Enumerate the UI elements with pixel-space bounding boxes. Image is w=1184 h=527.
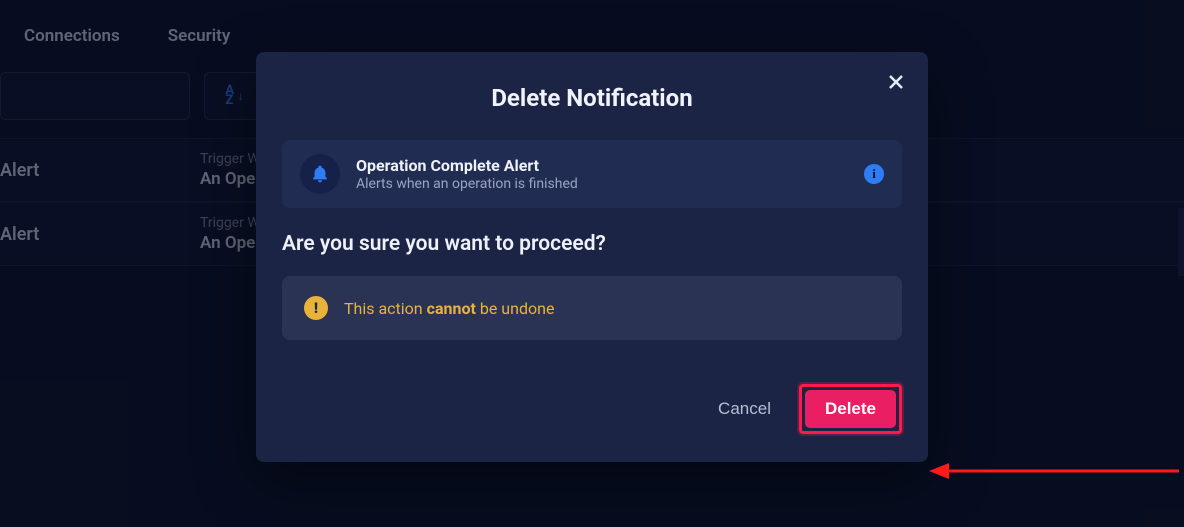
- close-button[interactable]: [882, 68, 910, 96]
- modal-actions: Cancel Delete: [282, 384, 902, 434]
- modal-title: Delete Notification: [282, 84, 902, 112]
- delete-notification-modal: Delete Notification Operation Complete A…: [256, 52, 928, 462]
- close-icon: [888, 74, 904, 90]
- cancel-button[interactable]: Cancel: [712, 391, 777, 427]
- warning-icon: !: [304, 296, 328, 320]
- delete-button[interactable]: Delete: [805, 390, 896, 428]
- confirm-question: Are you sure you want to proceed?: [282, 232, 902, 256]
- notification-name: Operation Complete Alert: [356, 156, 848, 175]
- delete-button-highlight: Delete: [799, 384, 902, 434]
- info-icon[interactable]: i: [864, 164, 884, 184]
- warning-banner: ! This action cannot be undone: [282, 276, 902, 340]
- bell-icon: [300, 154, 340, 194]
- warning-text: This action cannot be undone: [344, 299, 554, 318]
- notification-summary-card: Operation Complete Alert Alerts when an …: [282, 140, 902, 208]
- notification-description: Alerts when an operation is finished: [356, 176, 848, 192]
- modal-overlay: Delete Notification Operation Complete A…: [0, 0, 1184, 527]
